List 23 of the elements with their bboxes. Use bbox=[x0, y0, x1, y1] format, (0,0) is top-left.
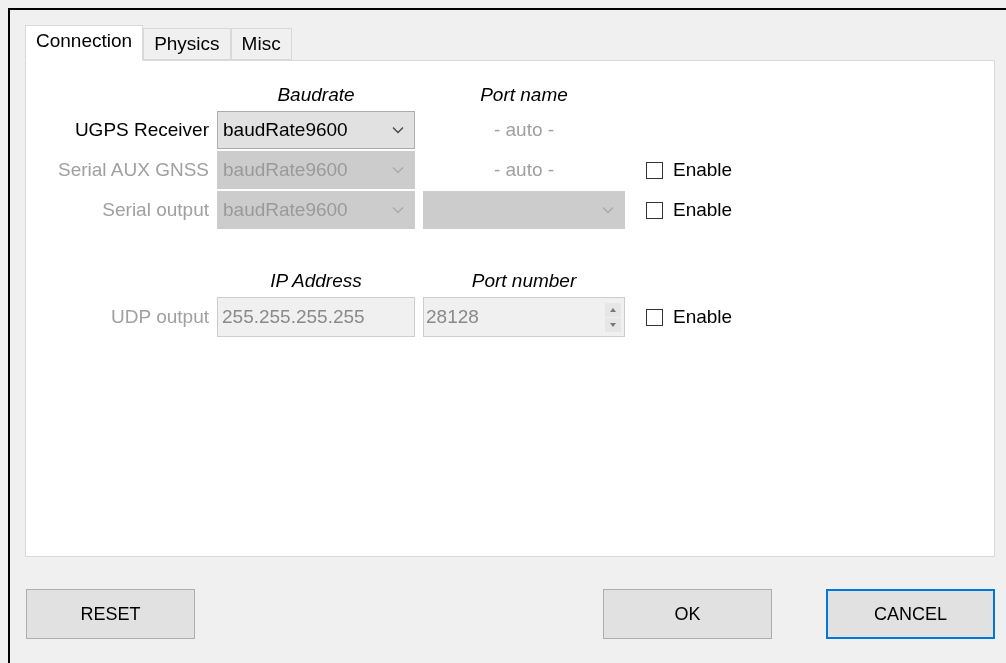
port-name: - auto - bbox=[492, 117, 556, 142]
column-header: IP Address bbox=[269, 269, 363, 293]
tab[interactable]: Misc bbox=[230, 28, 292, 60]
chevron-down-icon bbox=[392, 166, 404, 174]
row-label: Serial AUX GNSS bbox=[57, 157, 209, 182]
row-label: UGPS Receiver bbox=[73, 117, 209, 142]
dialog-button[interactable]: CANCEL bbox=[826, 589, 995, 639]
dropdown[interactable]: baudRate9600 bbox=[217, 111, 415, 149]
port-name: - auto - bbox=[492, 157, 556, 182]
column-header: Port number bbox=[470, 269, 578, 293]
column-header: Port name bbox=[479, 83, 569, 107]
dialog-button[interactable]: OK bbox=[603, 589, 772, 639]
column-header: Baudrate bbox=[276, 83, 356, 107]
row-label: UDP output bbox=[110, 304, 209, 329]
dialog-button[interactable]: RESET bbox=[26, 589, 195, 639]
spin-down-icon[interactable] bbox=[605, 317, 621, 332]
chevron-down-icon bbox=[392, 206, 404, 214]
chevron-down-icon bbox=[392, 126, 404, 134]
tab[interactable]: Physics bbox=[143, 28, 231, 60]
tab[interactable]: Connection bbox=[25, 25, 144, 61]
chevron-down-icon bbox=[602, 206, 614, 214]
row-label: Serial output bbox=[101, 197, 209, 222]
spin-up-icon[interactable] bbox=[605, 302, 621, 317]
